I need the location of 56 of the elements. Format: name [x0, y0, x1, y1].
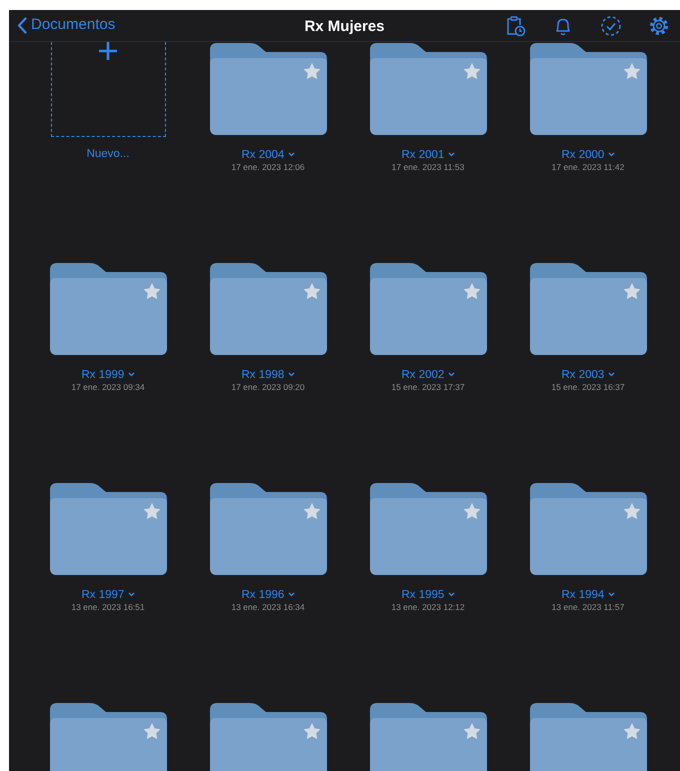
folder-date: 17 ene. 2023 12:06	[231, 162, 305, 172]
page-title: Rx Mujeres	[304, 18, 385, 35]
chevron-down-icon	[448, 592, 455, 598]
folder-icon[interactable]	[370, 482, 486, 575]
folder-date: 13 ene. 2023 16:34	[231, 602, 305, 612]
folder-icon[interactable]	[370, 262, 486, 355]
folder-name[interactable]: Rx 1998	[241, 369, 295, 382]
chevron-down-icon	[288, 372, 295, 378]
folder-icon[interactable]	[50, 262, 166, 355]
chevron-down-icon	[128, 592, 135, 598]
back-button[interactable]: Documentos	[17, 14, 116, 37]
folder-date: 17 ene. 2023 09:34	[71, 382, 145, 392]
folder-name[interactable]: Rx 2003	[561, 369, 615, 382]
dashed-checkmark-circle-icon[interactable]	[600, 14, 622, 36]
chevron-down-icon	[448, 372, 455, 378]
folder-icon[interactable]	[370, 42, 486, 135]
new-item-button[interactable]	[50, 42, 166, 137]
folder-name[interactable]: Rx 1995	[401, 589, 455, 602]
folder-icon[interactable]	[530, 42, 646, 135]
folder-name[interactable]: Rx 2000	[561, 149, 615, 162]
folder-icon[interactable]	[530, 702, 646, 771]
folder-name[interactable]: Rx 1994	[561, 589, 615, 602]
chevron-down-icon	[288, 152, 295, 158]
folder-date: 15 ene. 2023 16:37	[551, 382, 625, 392]
folder-date: 15 ene. 2023 17:37	[391, 382, 465, 392]
folder-icon[interactable]	[210, 42, 326, 135]
folder-date: 17 ene. 2023 11:42	[552, 162, 624, 172]
new-item-label: Nuevo...	[86, 148, 130, 161]
folder-icon[interactable]	[530, 262, 646, 355]
folder-icon[interactable]	[210, 482, 326, 575]
folder-name[interactable]: Rx 1996	[241, 589, 295, 602]
chevron-down-icon	[608, 152, 615, 158]
folder-icon[interactable]	[370, 702, 486, 771]
chevron-down-icon	[608, 372, 615, 378]
folder-icon[interactable]	[50, 482, 166, 575]
folder-date: 17 ene. 2023 09:20	[231, 382, 305, 392]
chevron-left-icon	[17, 17, 27, 34]
folder-icon[interactable]	[210, 702, 326, 771]
chevron-down-icon	[608, 592, 615, 598]
folder-name[interactable]: Rx 2004	[241, 149, 295, 162]
folder-icon[interactable]	[530, 482, 646, 575]
folder-name[interactable]: Rx 1999	[81, 369, 135, 382]
chevron-down-icon	[448, 152, 455, 158]
folder-name[interactable]: Rx 2001	[401, 149, 455, 162]
folder-name[interactable]: Rx 2002	[401, 369, 455, 382]
folder-date: 17 ene. 2023 11:53	[392, 162, 464, 172]
folder-icon[interactable]	[50, 702, 166, 771]
chevron-down-icon	[288, 592, 295, 598]
settings-icon[interactable]	[648, 14, 670, 36]
plus-icon	[98, 41, 118, 61]
folder-date: 13 ene. 2023 16:51	[71, 602, 145, 612]
folder-date: 13 ene. 2023 12:12	[391, 602, 465, 612]
folder-icon[interactable]	[210, 262, 326, 355]
chevron-down-icon	[128, 372, 135, 378]
folder-date: 13 ene. 2023 11:57	[552, 602, 624, 612]
folder-name[interactable]: Rx 1997	[81, 589, 135, 602]
